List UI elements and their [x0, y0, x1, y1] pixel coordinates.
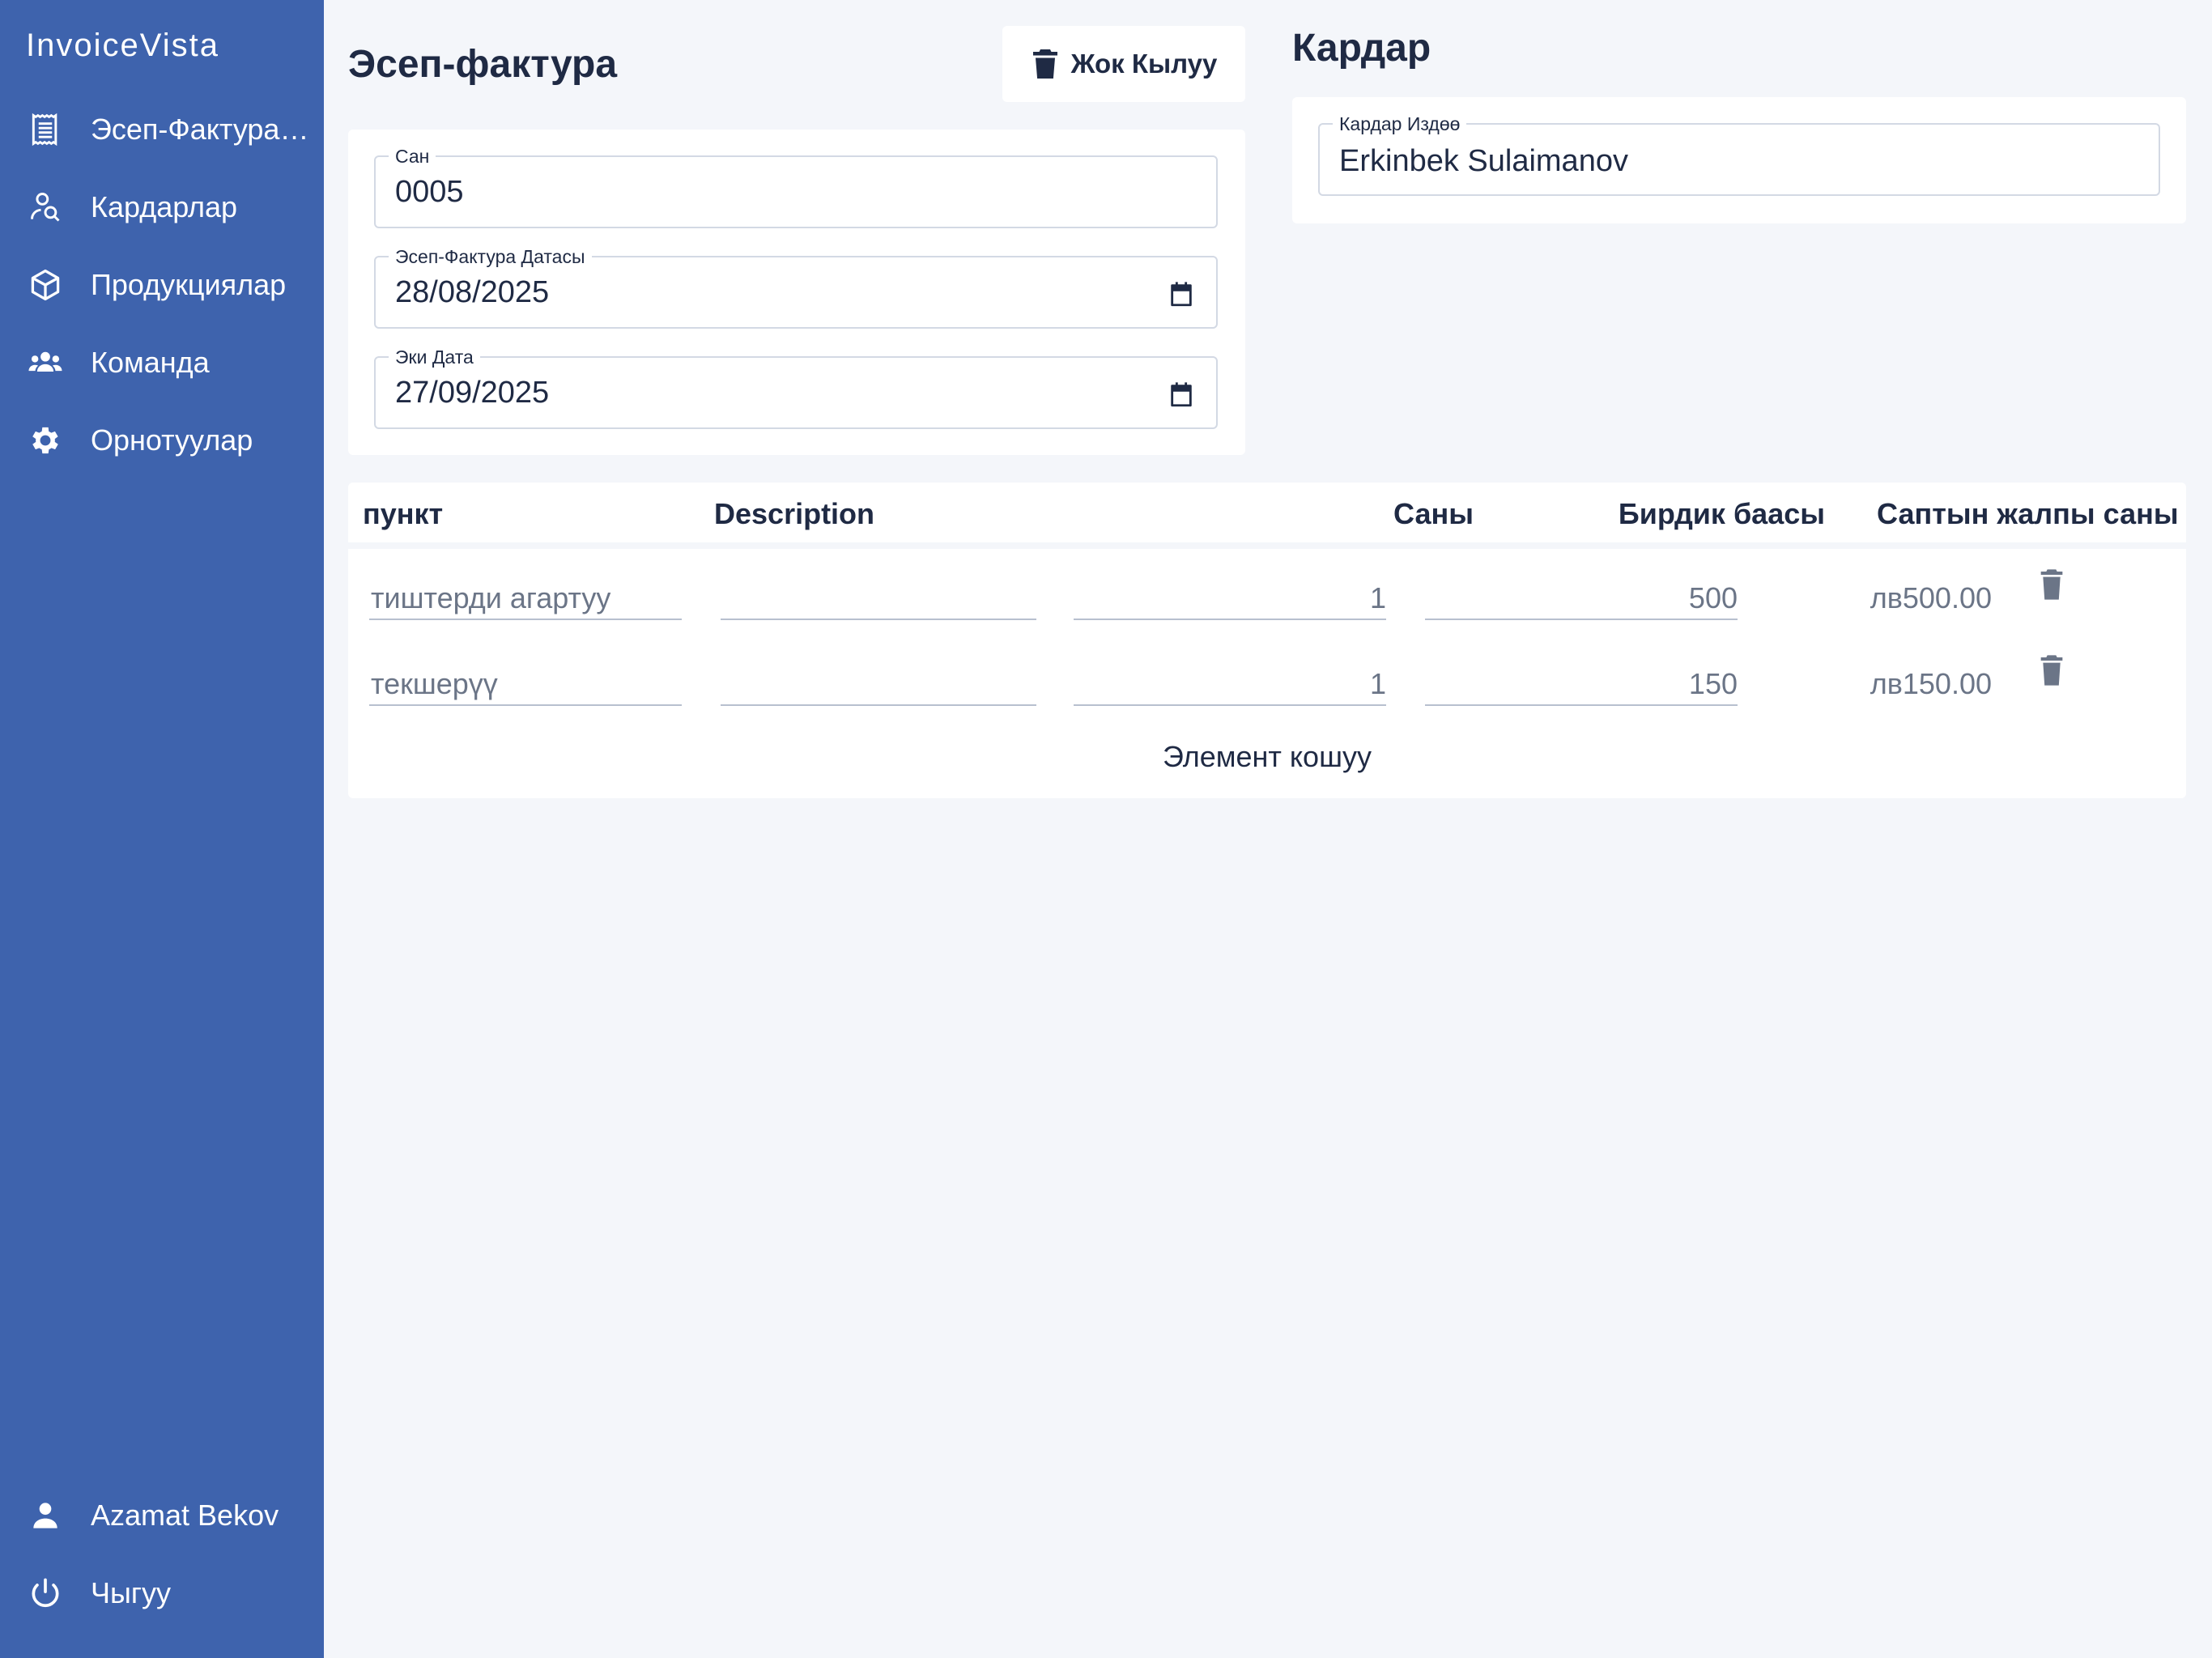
- item-name-input[interactable]: текшерүү: [369, 657, 682, 706]
- sidebar-item-label: Кардарлар: [91, 190, 238, 223]
- column-header-item: пункт: [363, 497, 444, 530]
- customer-card: Кардар Издөө Erkinbek Sulaimanov: [1292, 97, 2186, 223]
- invoice-details-card: Сан 0005 Эсеп-Фактура Датасы 28/08/2025 …: [348, 130, 1245, 455]
- sidebar-item-team[interactable]: Команда: [0, 330, 324, 395]
- column-header-description: Description: [714, 497, 875, 530]
- customer-search-field[interactable]: Кардар Издөө Erkinbek Sulaimanov: [1318, 113, 2160, 196]
- column-header-unit-price: Бирдик баасы: [1618, 497, 1825, 530]
- due-date-field[interactable]: Эки Дата 27/09/2025: [374, 346, 1218, 429]
- user-name: Azamat Bekov: [91, 1499, 279, 1532]
- customer-search-label: Кардар Издөө: [1333, 113, 1467, 134]
- invoice-number-value: 0005: [395, 175, 464, 209]
- item-name-input[interactable]: тиштерди агартуу: [369, 572, 682, 620]
- gear-icon: [26, 421, 65, 460]
- calendar-icon[interactable]: [1168, 280, 1195, 309]
- sidebar-item-customers[interactable]: Кардарлар: [0, 175, 324, 240]
- sidebar-item-invoices[interactable]: Эсеп-Фактуралар: [0, 97, 324, 162]
- delete-row-trash-icon[interactable]: [2039, 568, 2065, 601]
- sidebar-user[interactable]: Azamat Bekov: [0, 1483, 324, 1548]
- invoice-list-icon: [26, 110, 65, 149]
- items-table-body: тиштерди агартуу 1 500 лв500.00 текшерүү…: [348, 549, 2186, 798]
- invoice-date-value: 28/08/2025: [395, 275, 550, 309]
- item-quantity-input[interactable]: 1: [1074, 657, 1386, 706]
- invoice-date-label: Эсеп-Фактура Датасы: [389, 246, 592, 267]
- logout-label: Чыгуу: [91, 1576, 171, 1609]
- items-table-header: пункт Description Саны Бирдик баасы Сапт…: [348, 483, 2186, 542]
- invoice-number-label: Сан: [389, 146, 436, 167]
- item-line-total: лв150.00: [1870, 667, 1992, 700]
- person-icon: [26, 1496, 65, 1535]
- logout-button[interactable]: Чыгуу: [0, 1561, 324, 1626]
- invoice-date-field[interactable]: Эсеп-Фактура Датасы 28/08/2025: [374, 246, 1218, 329]
- team-icon: [26, 343, 65, 382]
- main-content: Эсеп-фактура Жок Кылуу Сан 0005 Эсеп-Фак…: [324, 0, 2212, 1658]
- delete-invoice-button[interactable]: Жок Кылуу: [1002, 26, 1245, 102]
- user-search-icon: [26, 188, 65, 227]
- item-unit-price-input[interactable]: 500: [1425, 572, 1738, 620]
- trash-icon: [1032, 49, 1057, 79]
- sidebar-item-label: Команда: [91, 346, 210, 379]
- item-quantity-input[interactable]: 1: [1074, 572, 1386, 620]
- sidebar-item-label: Орнотуулар: [91, 423, 253, 457]
- item-unit-price-input[interactable]: 150: [1425, 657, 1738, 706]
- calendar-icon[interactable]: [1168, 380, 1195, 410]
- invoice-title: Эсеп-фактура: [348, 43, 618, 86]
- invoice-number-field[interactable]: Сан 0005: [374, 146, 1218, 228]
- item-line-total: лв500.00: [1870, 581, 1992, 614]
- sidebar-item-settings[interactable]: Орнотуулар: [0, 408, 324, 473]
- item-description-input[interactable]: [721, 572, 1036, 620]
- delete-row-trash-icon[interactable]: [2039, 654, 2065, 687]
- due-date-label: Эки Дата: [389, 346, 480, 368]
- customer-search-value: Erkinbek Sulaimanov: [1339, 144, 1628, 178]
- sidebar-item-label: Продукциялар: [91, 268, 287, 301]
- due-date-value: 27/09/2025: [395, 376, 550, 410]
- box-icon: [26, 266, 65, 304]
- column-header-line-total: Саптын жалпы саны: [1877, 497, 2179, 530]
- power-icon: [26, 1574, 65, 1613]
- column-header-quantity: Саны: [1393, 497, 1474, 530]
- brand-logo: InvoiceVista: [26, 28, 219, 63]
- sidebar-item-label: Эсеп-Фактуралар: [91, 113, 309, 146]
- sidebar-item-products[interactable]: Продукциялар: [0, 253, 324, 317]
- sidebar: InvoiceVista Эсеп-Фактуралар Кардарлар П…: [0, 0, 324, 1658]
- add-item-button[interactable]: Элемент кошуу: [348, 740, 2186, 774]
- item-description-input[interactable]: [721, 657, 1036, 706]
- customer-title: Кардар: [1292, 27, 1431, 70]
- delete-invoice-label: Жок Кылуу: [1070, 49, 1218, 79]
